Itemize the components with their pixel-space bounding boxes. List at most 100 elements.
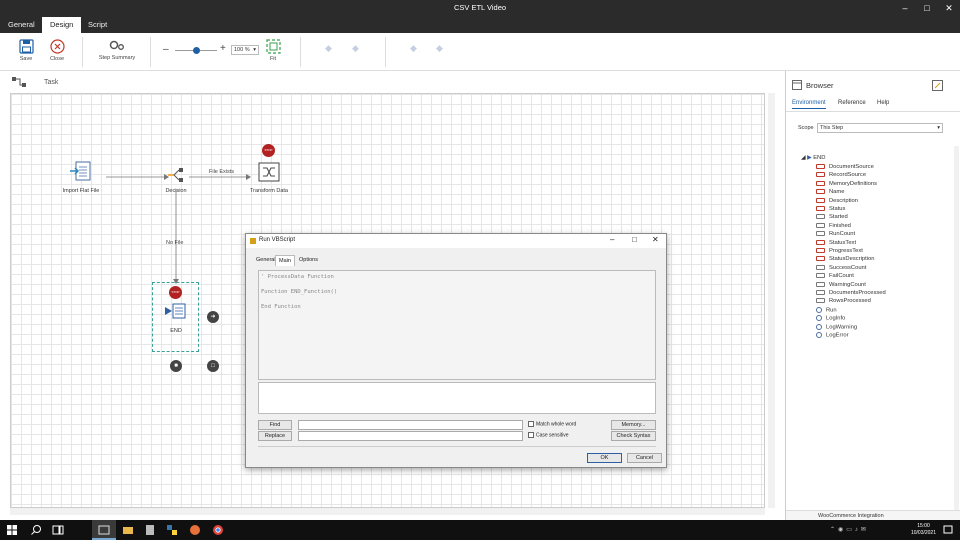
ok-button[interactable]: OK: [587, 453, 622, 463]
close-window-icon[interactable]: ✕: [938, 0, 960, 17]
tab-script[interactable]: Script: [80, 17, 115, 33]
method-icon: [816, 315, 822, 322]
edge-file-exists-label: File Exists: [209, 169, 235, 175]
tree-item[interactable]: StatusText: [816, 239, 856, 246]
minimize-icon[interactable]: –: [610, 235, 614, 244]
maximize-icon[interactable]: □: [916, 0, 938, 17]
gears-icon: [109, 40, 124, 50]
woocommerce-integration-item[interactable]: WooCommerce Integration: [786, 510, 960, 520]
tree-item[interactable]: DocumentSource: [816, 164, 874, 170]
import-flat-file-icon[interactable]: [69, 160, 93, 182]
distribute-vertical-icon[interactable]: ◆: [436, 43, 443, 54]
tab-general[interactable]: General: [0, 17, 43, 33]
tree-item[interactable]: RunCount: [816, 231, 855, 237]
tree-item[interactable]: MemoryDefinitions: [816, 180, 877, 187]
divider: [258, 446, 656, 447]
replace-button[interactable]: Replace: [258, 431, 292, 441]
zoom-in-icon[interactable]: +: [220, 43, 226, 54]
tab-design[interactable]: Design: [42, 17, 82, 33]
etl-app-icon[interactable]: [98, 524, 110, 536]
tree-item-label: RowsProcessed: [829, 298, 871, 305]
ribbon-divider: [300, 37, 301, 67]
tree-item-label: ProgressText: [829, 248, 863, 255]
tree-item[interactable]: LogWarning: [816, 323, 857, 330]
cancel-button[interactable]: Cancel: [627, 453, 662, 463]
minimize-icon[interactable]: –: [894, 0, 916, 17]
fit-label: Fit: [269, 56, 277, 62]
tree-item[interactable]: Name: [816, 189, 844, 195]
comment-icon[interactable]: □: [207, 360, 219, 372]
tree-item[interactable]: Started: [816, 214, 848, 220]
close-label: Close: [49, 56, 65, 62]
align-center-icon[interactable]: ◆: [352, 43, 359, 54]
search-icon[interactable]: [30, 524, 42, 536]
check-syntax-button[interactable]: Check Syntax: [611, 431, 656, 441]
zoom-slider[interactable]: [175, 47, 217, 54]
close-button[interactable]: Close: [46, 39, 68, 62]
tree-item[interactable]: StatusDescription: [816, 256, 874, 262]
tree-item[interactable]: LogError: [816, 332, 849, 339]
find-input[interactable]: [298, 420, 523, 430]
node-import-label: Import Flat File: [62, 188, 100, 194]
tree-item[interactable]: DocumentsProcessed: [816, 290, 886, 296]
property-icon: [816, 214, 825, 220]
tree-item[interactable]: SuccessCount: [816, 264, 867, 271]
clock-time: 15:00: [917, 523, 930, 529]
browser-scrollbar[interactable]: [954, 146, 959, 516]
tree-item-label: SuccessCount: [829, 264, 867, 271]
property-icon: [816, 290, 825, 295]
replace-input[interactable]: [298, 431, 523, 441]
file-explorer-icon[interactable]: [122, 524, 134, 536]
tree-item[interactable]: Run: [816, 306, 837, 313]
clock[interactable]: 15:00 10/03/2021: [911, 523, 936, 537]
windows-start-icon[interactable]: [6, 524, 18, 536]
maximize-icon[interactable]: □: [632, 235, 637, 244]
tree-item[interactable]: RecordSource: [816, 172, 866, 178]
dialog-tab-main[interactable]: Main: [275, 255, 295, 266]
save-label: Save: [19, 56, 33, 62]
title-bar: CSV ETL Video – □ ✕: [0, 0, 960, 17]
delete-icon[interactable]: ■: [170, 360, 182, 372]
tree-item[interactable]: ProgressText: [816, 248, 863, 254]
find-button[interactable]: Find: [258, 420, 292, 430]
fit-button[interactable]: Fit: [264, 39, 282, 62]
align-left-icon[interactable]: ◆: [325, 43, 332, 54]
chrome-icon[interactable]: [212, 524, 224, 536]
tree-item-label: StatusDescription: [829, 256, 875, 263]
task-view-icon[interactable]: [52, 524, 64, 536]
python-icon[interactable]: [166, 524, 178, 536]
transform-data-icon[interactable]: [258, 162, 280, 182]
connect-arrow-icon[interactable]: ➜: [207, 311, 219, 323]
match-whole-word-checkbox[interactable]: Match whole word: [528, 421, 576, 427]
notifications-icon[interactable]: [942, 524, 954, 536]
decision-icon[interactable]: [167, 166, 185, 184]
memory-button[interactable]: Memory...: [611, 420, 656, 430]
vbscript-icon[interactable]: [164, 302, 186, 320]
output-box[interactable]: [258, 382, 656, 414]
dialog-tab-options[interactable]: Options: [296, 255, 321, 265]
connector-arrow: [246, 174, 251, 180]
code-editor[interactable]: ' ProcessData Function Function END_Funct…: [258, 270, 656, 380]
step-summary-button[interactable]: Step Summary: [96, 39, 138, 61]
tree-item[interactable]: WarningCount: [816, 281, 866, 288]
zoom-select[interactable]: 100 % ▾: [231, 45, 259, 55]
distribute-horizontal-icon[interactable]: ◆: [410, 43, 417, 54]
tree-item[interactable]: RowsProcessed: [816, 298, 871, 304]
tree-item[interactable]: LogInfo: [816, 315, 845, 322]
notepad-icon[interactable]: [144, 524, 156, 536]
tree-item-label: Finished: [829, 222, 851, 229]
canvas-vertical-scrollbar[interactable]: [768, 93, 775, 508]
system-tray-icons[interactable]: ⌃◉▭♪✉: [830, 526, 869, 533]
canvas-horizontal-scrollbar[interactable]: [10, 508, 765, 515]
tree-item[interactable]: Description: [816, 197, 858, 204]
tree-item[interactable]: Status: [816, 206, 845, 212]
zoom-out-icon[interactable]: –: [163, 44, 169, 55]
close-dialog-icon[interactable]: ✕: [652, 235, 659, 244]
tree-item[interactable]: FailCount: [816, 273, 854, 279]
tree-item[interactable]: Finished: [816, 222, 851, 229]
app-orange-icon[interactable]: [189, 524, 201, 536]
zoom-slider-handle[interactable]: [192, 47, 200, 54]
save-button[interactable]: Save: [15, 39, 37, 62]
case-sensitive-checkbox[interactable]: Case sensitive: [528, 432, 569, 438]
